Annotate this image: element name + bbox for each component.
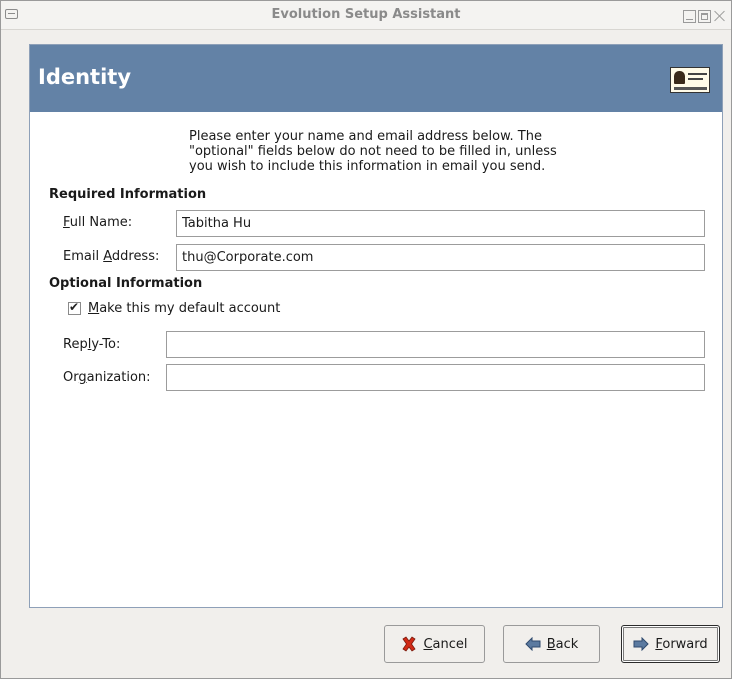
- forward-arrow-icon: [633, 637, 650, 651]
- back-button-label: Back: [546, 636, 579, 652]
- email-address-label: Email Address:: [63, 249, 160, 264]
- cancel-button[interactable]: Cancel: [384, 625, 485, 663]
- reply-to-label: Reply-To:: [63, 337, 121, 352]
- title-bar[interactable]: Evolution Setup Assistant: [1, 1, 731, 30]
- full-name-field[interactable]: [176, 210, 705, 237]
- window-title: Evolution Setup Assistant: [271, 7, 461, 22]
- intro-text: Please enter your name and email address…: [189, 129, 557, 174]
- forward-button-label: Forward: [655, 636, 708, 652]
- maximize-icon[interactable]: [698, 10, 711, 23]
- cancel-button-label: Cancel: [423, 636, 468, 652]
- page-header: Identity: [30, 45, 722, 112]
- setup-assistant-window: Evolution Setup Assistant Identity Pleas…: [0, 0, 732, 679]
- id-card-icon: [670, 67, 710, 93]
- minimize-icon[interactable]: [683, 10, 696, 23]
- full-name-label: Full Name:: [63, 215, 133, 230]
- close-icon[interactable]: [713, 10, 726, 21]
- forward-button[interactable]: Forward: [621, 625, 720, 663]
- back-button[interactable]: Back: [503, 625, 600, 663]
- default-account-label[interactable]: Make this my default account: [88, 301, 280, 316]
- required-info-heading: Required Information: [49, 187, 207, 202]
- back-arrow-icon: [524, 637, 541, 651]
- content-frame: Identity Please enter your name and emai…: [29, 44, 723, 608]
- reply-to-field[interactable]: [166, 331, 705, 358]
- email-address-field[interactable]: [176, 244, 705, 271]
- organization-field[interactable]: [166, 364, 705, 391]
- optional-info-heading: Optional Information: [49, 276, 203, 291]
- page-title: Identity: [38, 65, 132, 89]
- cancel-x-icon: [401, 636, 417, 652]
- organization-label: Organization:: [63, 370, 151, 385]
- default-account-checkbox[interactable]: [68, 300, 81, 315]
